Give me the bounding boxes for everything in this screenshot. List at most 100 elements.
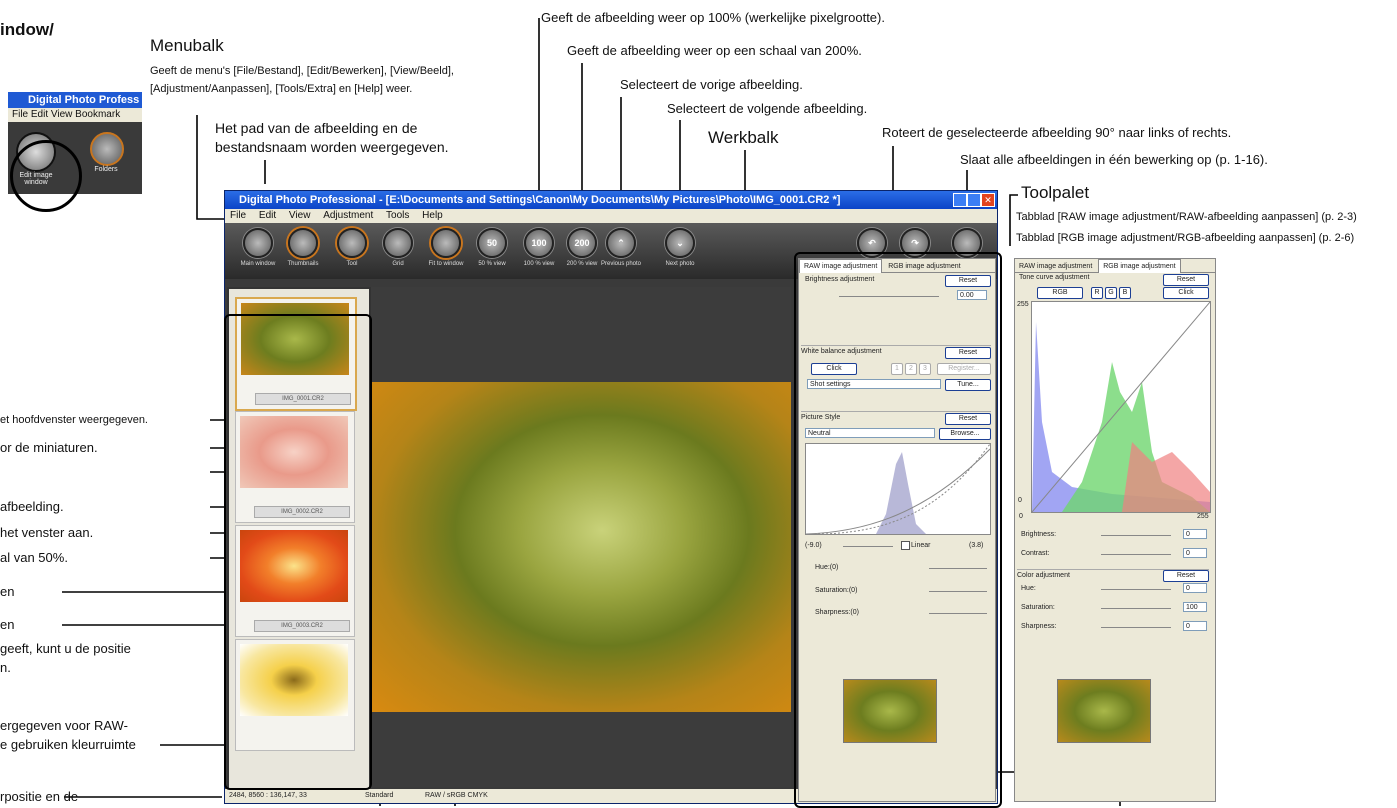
rgb-hue-value[interactable]: 0 xyxy=(1183,583,1207,593)
menu-view[interactable]: View xyxy=(289,210,311,221)
previous-photo-toolbar-button[interactable]: ⌃ Previous photo xyxy=(597,228,645,268)
toolbar-button-label: Next photo xyxy=(665,261,695,267)
tab-raw-ref: Tabblad [RAW image adjustment/RAW-afbeel… xyxy=(1016,211,1357,223)
axis-0-left: 0 xyxy=(1018,497,1022,504)
thumbnail-frame xyxy=(224,314,372,790)
dpp-menubar: File Edit View Adjustment Tools Help xyxy=(225,209,997,223)
left-callout-50: al van 50%. xyxy=(0,550,68,565)
tab-raw-adjustment[interactable]: RAW image adjustment xyxy=(1015,260,1096,273)
thumbnails-toolbar-button[interactable]: Thumbnails xyxy=(279,228,327,268)
200-view-icon: 200 xyxy=(567,228,597,258)
menu-adjustment[interactable]: Adjustment xyxy=(323,210,373,221)
rgb-contrast-slider[interactable] xyxy=(1101,554,1171,555)
view100-desc: Geeft de afbeelding weer op 100% (werkel… xyxy=(541,10,885,25)
maximize-button[interactable] xyxy=(967,193,981,207)
tab-rgb-adjustment[interactable]: RGB image adjustment xyxy=(1098,259,1181,273)
left-callout-8: geeft, kunt u de positie xyxy=(0,641,131,656)
tool-toolbar-button[interactable]: Tool xyxy=(328,228,376,268)
left-callout-7: en xyxy=(0,617,15,632)
axis-255-top: 255 xyxy=(1017,301,1029,308)
axis-255-right: 255 xyxy=(1197,513,1209,520)
menubalk-desc-2: [Adjustment/Aanpassen], [Tools/Extra] en… xyxy=(150,83,413,95)
folders-button[interactable] xyxy=(90,132,124,166)
rgb-saturation-label: Saturation: xyxy=(1021,604,1055,611)
fit-to-window-icon xyxy=(431,228,461,258)
fit-to-window-toolbar-button[interactable]: Fit to window xyxy=(422,228,470,268)
left-callout-12: rpositie en de xyxy=(0,789,79,804)
tone-reset-button[interactable]: Reset xyxy=(1163,274,1209,286)
edit-image-highlight xyxy=(10,140,82,212)
50-view-icon: 50 xyxy=(477,228,507,258)
100-view-toolbar-button[interactable]: 100 100 % view xyxy=(515,228,563,268)
rgb-brightness-value[interactable]: 0 xyxy=(1183,529,1207,539)
toolbar-button-label: Tool xyxy=(346,261,358,267)
tool-icon xyxy=(337,228,367,258)
close-button[interactable]: ✕ xyxy=(981,193,995,207)
g-channel-button[interactable]: G xyxy=(1105,287,1117,299)
rgb-tool-palette: RAW image adjustment RGB image adjustmen… xyxy=(1014,258,1216,802)
next-photo-toolbar-button[interactable]: ⌄ Next photo xyxy=(656,228,704,268)
raw-palette-frame xyxy=(794,252,1002,808)
next-desc: Selecteert de volgende afbeelding. xyxy=(667,101,868,116)
menubalk-desc-1: Geeft de menu's [File/Bestand], [Edit/Be… xyxy=(150,65,454,77)
left-callout-9: n. xyxy=(0,660,11,675)
b-channel-button[interactable]: B xyxy=(1119,287,1131,299)
grid-toolbar-button[interactable]: Grid xyxy=(374,228,422,268)
previous-desc: Selecteert de vorige afbeelding. xyxy=(620,77,803,92)
axis-0-bottom: 0 xyxy=(1019,513,1023,520)
toolbar-button-label: Grid xyxy=(392,261,404,267)
previous-photo-icon: ⌃ xyxy=(606,228,636,258)
rgb-navigator-thumbnail[interactable] xyxy=(1057,679,1151,743)
tone-click-button[interactable]: Click xyxy=(1163,287,1209,299)
left-callout-6: en xyxy=(0,584,15,599)
left-callout-10: ergegeven voor RAW- xyxy=(0,718,128,733)
rgb-contrast-label: Contrast: xyxy=(1021,550,1050,557)
folders-label: Folders xyxy=(94,166,118,173)
main-window-toolbar-button[interactable]: Main window xyxy=(234,228,282,268)
rgb-saturation-slider[interactable] xyxy=(1101,608,1171,609)
next-photo-icon: ⌄ xyxy=(665,228,695,258)
rgb-sharpness-slider[interactable] xyxy=(1101,627,1171,628)
main-window-icon xyxy=(243,228,273,258)
rgb-hue-slider[interactable] xyxy=(1101,589,1171,590)
status-style: Standard xyxy=(365,792,394,799)
view200-desc: Geeft de afbeelding weer op een schaal v… xyxy=(567,43,862,58)
color-reset-button[interactable]: Reset xyxy=(1163,570,1209,582)
r-channel-button[interactable]: R xyxy=(1091,287,1103,299)
left-callout-main: et hoofdvenster weergegeven. xyxy=(0,414,148,426)
werkbalk-title: Werkbalk xyxy=(708,128,779,147)
left-callout-thumbs: or de miniaturen. xyxy=(0,440,98,455)
rgb-channel-button[interactable]: RGB xyxy=(1037,287,1083,299)
toolbar-button-label: Thumbnails xyxy=(287,261,319,267)
menu-tools[interactable]: Tools xyxy=(386,210,409,221)
rotate-desc: Roteert de geselecteerde afbeelding 90° … xyxy=(882,125,1232,140)
tone-curve-label: Tone curve adjustment xyxy=(1019,274,1090,281)
image-preview-area[interactable] xyxy=(371,287,791,787)
rgb-brightness-slider[interactable] xyxy=(1101,535,1171,536)
menu-edit[interactable]: Edit xyxy=(259,210,276,221)
rgb-contrast-value[interactable]: 0 xyxy=(1183,548,1207,558)
left-callout-fit: het venster aan. xyxy=(0,525,94,540)
grid-icon xyxy=(383,228,413,258)
mini-menubar: File Edit View Bookmark xyxy=(8,108,142,122)
50-view-toolbar-button[interactable]: 50 50 % view xyxy=(468,228,516,268)
minimize-button[interactable] xyxy=(953,193,967,207)
toolbar-button-label: 50 % view xyxy=(478,261,506,267)
toolbar-button-label: Previous photo xyxy=(600,261,642,267)
rgb-brightness-label: Brightness: xyxy=(1021,531,1057,538)
preview-photo xyxy=(371,382,791,712)
menu-file[interactable]: File xyxy=(230,210,246,221)
batch-desc: Slaat alle afbeeldingen in één bewerking… xyxy=(960,152,1268,167)
dpp-titlebar: Digital Photo Professional - [E:\Documen… xyxy=(225,191,997,209)
rgb-hue-label: Hue: xyxy=(1021,585,1036,592)
thumbnails-icon xyxy=(288,228,318,258)
menu-help[interactable]: Help xyxy=(422,210,443,221)
mini-title: Digital Photo Profess xyxy=(8,92,142,108)
status-coords: 2484, 8560 : 136,147, 33 xyxy=(229,792,307,799)
toolbar-button-label: Main window xyxy=(240,261,276,267)
heading-fragment: indow/ xyxy=(0,20,54,39)
rgb-saturation-value[interactable]: 100 xyxy=(1183,602,1207,612)
toolbar-button-label: 100 % view xyxy=(523,261,555,267)
tone-curve-histogram[interactable] xyxy=(1031,301,1211,513)
rgb-sharpness-value[interactable]: 0 xyxy=(1183,621,1207,631)
